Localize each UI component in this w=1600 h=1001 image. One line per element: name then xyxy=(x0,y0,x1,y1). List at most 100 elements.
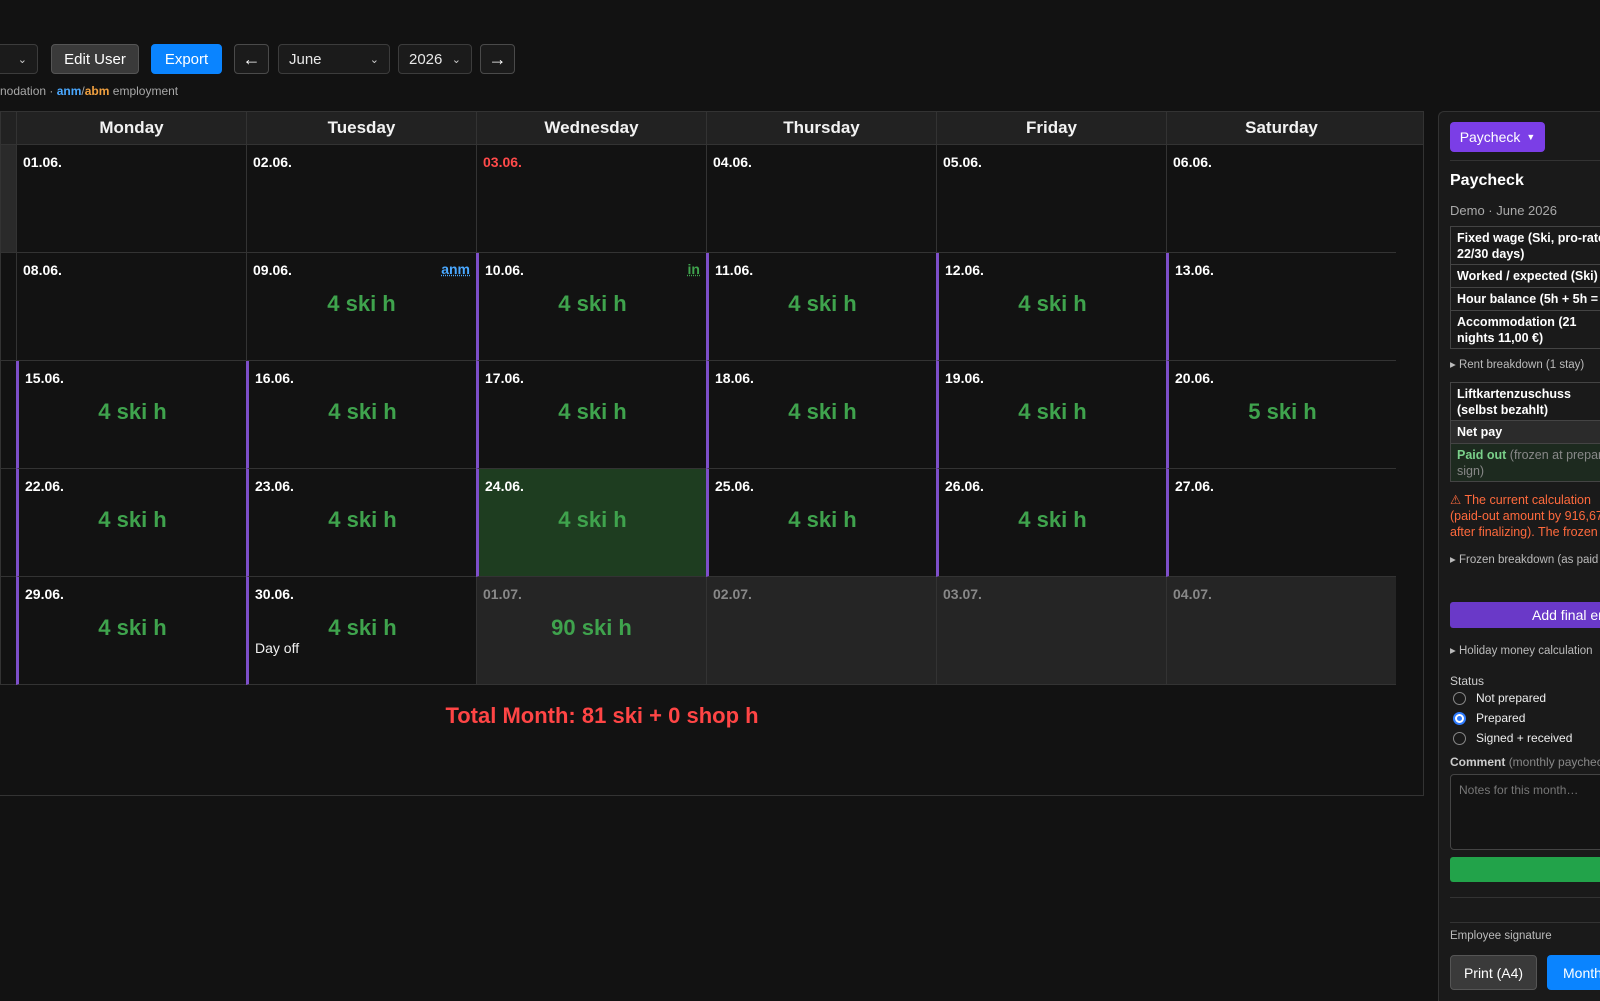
paycheck-dropdown[interactable]: Paycheck ▼ xyxy=(1450,122,1545,152)
day-cell[interactable]: 11.06. 4 ski h xyxy=(706,253,936,361)
weekday-friday: Friday xyxy=(936,112,1166,144)
month-button[interactable]: Month xyxy=(1547,955,1600,990)
day-cell[interactable]: 12.06. 4 ski h xyxy=(936,253,1166,361)
month-calendar: Monday Tuesday Wednesday Thursday Friday Satu… xyxy=(0,111,1424,796)
day-cell[interactable]: 24.06. 4 ski h xyxy=(476,469,706,577)
day-hours: 4 ski h xyxy=(327,291,396,316)
day-cell[interactable]: 23.06. 4 ski h xyxy=(246,469,476,577)
paid-out-label: Paid out xyxy=(1457,448,1507,462)
panel-title: Paycheck xyxy=(1450,172,1524,189)
prev-month-button[interactable]: ← xyxy=(234,44,269,74)
day-cell[interactable]: 05.06. xyxy=(936,145,1166,253)
weekday-monday: Monday xyxy=(16,112,246,144)
day-cell[interactable]: 03.07. xyxy=(936,577,1166,685)
comment-label-text: Comment xyxy=(1450,755,1506,769)
day-hours: 4 ski h xyxy=(558,399,627,424)
legend-abm: abm xyxy=(84,84,110,98)
day-cell[interactable]: 17.06. 4 ski h xyxy=(476,361,706,469)
year-select[interactable]: 2026 ⌄ xyxy=(398,44,472,74)
day-cell[interactable]: 06.06. xyxy=(1166,145,1396,253)
year-select-value: 2026 xyxy=(409,50,443,68)
day-date: 01.07. xyxy=(483,586,522,602)
day-date: 22.06. xyxy=(25,478,64,494)
sunday-cell-stub xyxy=(0,469,16,577)
day-hours: 4 ski h xyxy=(788,291,857,316)
signature-label: Employee signature xyxy=(1450,930,1552,942)
rent-breakdown-toggle[interactable]: ▸ Rent breakdown (1 stay) xyxy=(1450,357,1584,371)
day-date: 17.06. xyxy=(485,370,524,386)
frozen-breakdown-toggle[interactable]: ▸ Frozen breakdown (as paid xyxy=(1450,552,1598,566)
day-cell[interactable]: 22.06. 4 ski h xyxy=(16,469,246,577)
table-row: Worked / expected (Ski) xyxy=(1450,265,1600,288)
comment-label-note: (monthly paycheck xyxy=(1508,755,1600,769)
day-cell[interactable]: 15.06. 4 ski h xyxy=(16,361,246,469)
day-cell[interactable]: 02.07. xyxy=(706,577,936,685)
day-cell[interactable]: 20.06. 5 ski h xyxy=(1166,361,1396,469)
day-cell[interactable]: 01.06. xyxy=(16,145,246,253)
day-cell[interactable]: 13.06. xyxy=(1166,253,1396,361)
day-cell[interactable]: 26.06. 4 ski h xyxy=(936,469,1166,577)
month-select[interactable]: June ⌄ xyxy=(278,44,390,74)
day-date: 02.07. xyxy=(713,586,752,602)
table-row: Hour balance (5h + 5h = xyxy=(1450,288,1600,311)
user-select[interactable]: ⌄ xyxy=(0,44,38,74)
day-hours: 4 ski h xyxy=(1018,291,1087,316)
day-hours: 4 ski h xyxy=(328,399,397,424)
day-cell[interactable]: 25.06. 4 ski h xyxy=(706,469,936,577)
holiday-money-toggle[interactable]: ▸ Holiday money calculation xyxy=(1450,643,1593,657)
day-cell[interactable]: 10.06. 4 ski h in xyxy=(476,253,706,361)
status-radio-signed[interactable]: Signed + received xyxy=(1453,731,1572,745)
day-cell[interactable]: 08.06. xyxy=(16,253,246,361)
day-cell[interactable]: 29.06. 4 ski h xyxy=(16,577,246,685)
paycheck-panel: Paycheck ▼ Paycheck Demo · June 2026 Fixe… xyxy=(1438,111,1600,1001)
legend-suffix: employment xyxy=(109,84,179,98)
paycheck-table-2: Liftkartenzuschuss (selbst bezahlt) Net … xyxy=(1450,382,1600,482)
day-date: 26.06. xyxy=(945,478,984,494)
day-date: 13.06. xyxy=(1175,262,1214,278)
next-month-button[interactable]: → xyxy=(480,44,515,74)
employment-tag-in[interactable]: in xyxy=(688,261,700,277)
day-date: 23.06. xyxy=(255,478,294,494)
radio-icon[interactable] xyxy=(1453,691,1466,705)
day-cell[interactable]: 27.06. xyxy=(1166,469,1396,577)
day-note: Day off xyxy=(255,640,300,656)
radio-icon[interactable] xyxy=(1453,731,1466,745)
day-cell[interactable]: 30.06. 4 ski h Day off xyxy=(246,577,476,685)
radio-checked-icon[interactable] xyxy=(1453,711,1466,725)
calendar-grid: 01.06. 02.06. 03.06. 04.06. 05.06. 06.06. 08.0… xyxy=(0,145,1423,689)
day-cell[interactable]: 18.06. 4 ski h xyxy=(706,361,936,469)
day-cell[interactable]: 02.06. xyxy=(246,145,476,253)
weekday-tuesday: Tuesday xyxy=(246,112,476,144)
edit-user-button[interactable]: Edit User xyxy=(51,44,139,74)
caret-down-icon: ▼ xyxy=(1526,132,1536,142)
day-cell[interactable]: 19.06. 4 ski h xyxy=(936,361,1166,469)
day-cell[interactable]: 01.07. 90 ski h xyxy=(476,577,706,685)
weekday-saturday: Saturday xyxy=(1166,112,1396,144)
day-date: 11.06. xyxy=(715,262,754,278)
comment-textarea[interactable] xyxy=(1450,774,1600,850)
day-hours: 4 ski h xyxy=(788,399,857,424)
table-row: Net pay xyxy=(1450,421,1600,444)
day-date: 29.06. xyxy=(25,586,64,602)
day-hours: 4 ski h xyxy=(558,291,627,316)
day-date: 20.06. xyxy=(1175,370,1214,386)
day-cell[interactable]: 04.07. xyxy=(1166,577,1396,685)
status-radio-prepared[interactable]: Prepared xyxy=(1453,711,1525,725)
employment-tag-anm[interactable]: anm xyxy=(441,261,470,277)
day-cell[interactable]: 09.06. 4 ski h anm xyxy=(246,253,476,361)
panel-subtitle: Demo · June 2026 xyxy=(1450,203,1557,218)
table-row: Liftkartenzuschuss (selbst bezahlt) xyxy=(1450,383,1600,421)
status-label: Status xyxy=(1450,674,1485,688)
day-cell[interactable]: 04.06. xyxy=(706,145,936,253)
print-a4-button[interactable]: Print (A4) xyxy=(1450,955,1537,990)
status-radio-not-prepared[interactable]: Not prepared xyxy=(1453,691,1546,705)
weekday-header: Monday Tuesday Wednesday Thursday Friday Satu… xyxy=(0,112,1423,145)
save-comment-button[interactable] xyxy=(1450,857,1600,882)
day-cell[interactable]: 16.06. 4 ski h xyxy=(246,361,476,469)
table-row: Fixed wage (Ski, pro-rated 22/30 days) xyxy=(1450,227,1600,265)
sunday-cell-stub xyxy=(0,361,16,469)
export-button[interactable]: Export xyxy=(151,44,222,74)
add-final-button[interactable]: Add final em xyxy=(1450,602,1600,628)
chevron-down-icon: ⌄ xyxy=(451,53,461,66)
day-cell[interactable]: 03.06. xyxy=(476,145,706,253)
